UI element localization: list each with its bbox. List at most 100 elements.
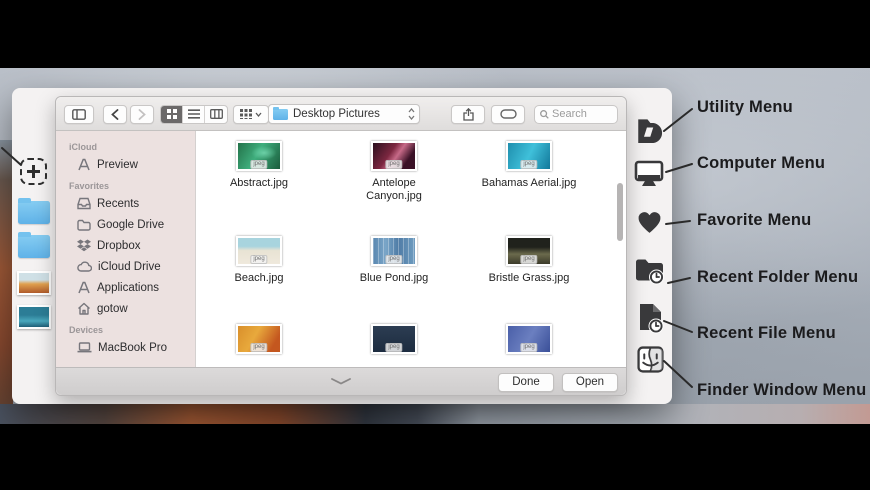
icon-view-button[interactable] (161, 105, 183, 123)
location-dropdown[interactable]: Desktop Pictures (268, 104, 420, 124)
annotation-favorite-menu: Favorite Menu (697, 211, 812, 229)
tag-oval-icon (499, 109, 517, 119)
forward-button[interactable] (130, 104, 154, 124)
favorite-menu-icon[interactable] (636, 210, 663, 239)
sidebar-item-recents[interactable]: Recents (56, 193, 195, 214)
filetype-badge: jpeg (385, 343, 403, 352)
utility-menu-icon[interactable] (636, 116, 663, 148)
file-thumbnail: jpeg (236, 236, 282, 266)
filetype-badge: jpeg (520, 160, 538, 169)
preview-icon (78, 158, 90, 171)
filetype-badge: jpeg (385, 160, 403, 169)
dialog-toolbar: Desktop Pictures (56, 97, 626, 131)
toggle-sidebar-button[interactable] (64, 104, 94, 124)
recent-folder-menu-icon[interactable] (634, 256, 665, 290)
back-button[interactable] (103, 104, 127, 124)
finder-window-menu-icon[interactable] (637, 346, 664, 378)
file-thumbnail: jpeg (506, 236, 552, 266)
google-drive-icon (77, 219, 91, 231)
applications-icon (78, 281, 90, 294)
recent-folder-shortcut[interactable] (18, 232, 50, 258)
location-dropdown-label: Desktop Pictures (293, 108, 380, 120)
file-tile[interactable]: jpeg Bristle Grass.jpg (474, 236, 584, 285)
file-name: Blue Pond.jpg (359, 272, 429, 284)
list-view-button[interactable] (183, 105, 205, 123)
tags-button[interactable] (491, 104, 525, 124)
sidebar-item-icloud-drive[interactable]: iCloud Drive (56, 256, 195, 277)
sidebar-item-macbook-pro[interactable]: MacBook Pro (56, 337, 195, 358)
file-thumbnail: jpeg (236, 324, 282, 354)
file-tile[interactable]: jpeg Blue Pond.jpg (339, 236, 449, 285)
utility-window-frame: Desktop Pictures iCloud (12, 88, 672, 404)
file-thumbnail: jpeg (506, 324, 552, 354)
column-view-button[interactable] (205, 106, 227, 123)
view-switcher (160, 104, 228, 124)
file-tile[interactable]: jpeg Abstract.jpg (204, 141, 314, 190)
filetype-badge: jpeg (250, 343, 268, 352)
share-button[interactable] (451, 104, 485, 124)
sidebar-item-google-drive[interactable]: Google Drive (56, 214, 195, 235)
chevron-right-icon (138, 108, 146, 120)
chevron-down-icon (255, 112, 262, 117)
file-name: Antelope Canyon.jpg (366, 177, 422, 202)
computer-menu-icon[interactable] (634, 160, 664, 193)
file-tile[interactable]: jpeg Bahamas Aerial.jpg (474, 141, 584, 190)
annotation-finder-window-menu: Finder Window Menu (697, 381, 867, 399)
filetype-badge: jpeg (520, 343, 538, 352)
open-button[interactable]: Open (562, 372, 618, 392)
recent-file-thumbnail[interactable] (17, 305, 51, 329)
sidebar-item-dropbox[interactable]: Dropbox (56, 235, 195, 256)
file-name: Bahamas Aerial.jpg (481, 177, 577, 189)
file-thumbnail: jpeg (371, 236, 417, 266)
file-grid: jpeg Abstract.jpg jpeg Antelope Canyon.j… (197, 131, 626, 369)
chevron-left-icon (111, 108, 119, 120)
recent-folder-shortcut[interactable] (18, 198, 50, 224)
open-dialog: Desktop Pictures iCloud (55, 96, 627, 396)
grid-view-icon (166, 109, 177, 119)
arrange-button[interactable] (233, 104, 269, 124)
search-icon (540, 109, 549, 119)
file-name: Beach.jpg (234, 272, 284, 284)
sidebar-section-title: Favorites (69, 181, 110, 191)
dialog-footer: Done Open (56, 367, 626, 395)
file-tile[interactable]: jpeg Beach.jpg (204, 236, 314, 285)
sidebar-item-label: MacBook Pro (98, 341, 168, 354)
file-tile[interactable]: jpeg (474, 324, 584, 354)
file-name: Bristle Grass.jpg (488, 272, 570, 284)
updown-chevron-icon (408, 108, 415, 120)
folder-icon (273, 106, 288, 120)
recent-file-menu-icon[interactable] (637, 302, 665, 340)
sidebar-item-preview[interactable]: Preview (56, 154, 195, 175)
sidebar-item-label: iCloud Drive (98, 260, 161, 273)
scrollbar[interactable] (617, 183, 623, 241)
share-icon (462, 107, 474, 121)
sidebar-item-applications[interactable]: Applications (56, 277, 195, 298)
file-thumbnail: jpeg (236, 141, 282, 171)
search-input[interactable] (552, 108, 610, 120)
file-tile[interactable]: jpeg Antelope Canyon.jpg (339, 141, 449, 203)
screen: Desktop Pictures iCloud (0, 0, 870, 490)
sidebar-item-label: Dropbox (97, 239, 141, 252)
sidebar-item-home[interactable]: gotow (56, 298, 195, 319)
sunset-photo (19, 273, 49, 293)
search-field[interactable] (534, 104, 618, 124)
sidebar-section-title: Devices (69, 325, 104, 335)
letterbox-bottom (0, 424, 870, 490)
sidebar-item-label: Applications (97, 281, 160, 294)
laptop-icon (77, 342, 92, 353)
letterbox-top (0, 0, 870, 68)
annotation-utility-menu: Utility Menu (697, 98, 793, 116)
sidebar-item-label: Preview (97, 158, 138, 171)
filetype-badge: jpeg (520, 255, 538, 264)
add-favorite-button[interactable] (20, 158, 47, 185)
dialog-sidebar: iCloud Preview Favorites Recents Google … (56, 131, 196, 369)
file-tile[interactable]: jpeg (339, 324, 449, 354)
expand-chevron-icon[interactable] (330, 377, 352, 385)
recent-file-thumbnail[interactable] (17, 271, 51, 295)
dropbox-icon (77, 239, 91, 252)
file-tile[interactable]: jpeg (204, 324, 314, 354)
arrange-grid-icon (240, 109, 252, 119)
done-button[interactable]: Done (498, 372, 554, 392)
file-thumbnail: jpeg (506, 141, 552, 171)
filetype-badge: jpeg (250, 160, 268, 169)
